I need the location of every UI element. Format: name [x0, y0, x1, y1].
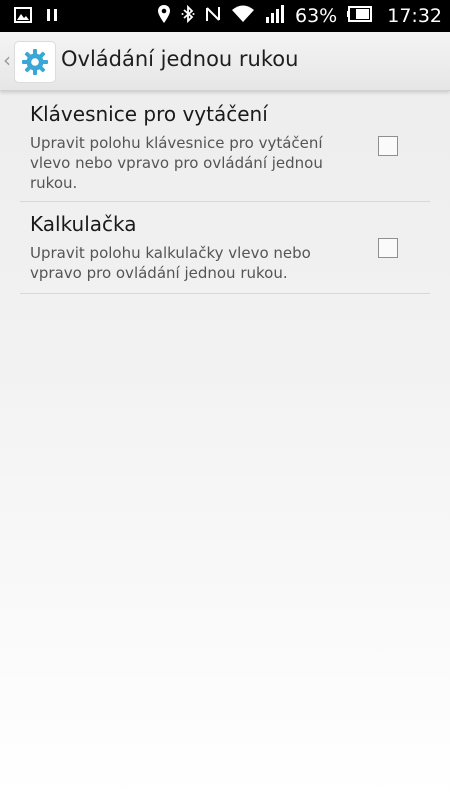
status-bar-left: [14, 7, 58, 27]
setting-calculator[interactable]: Kalkulačka Upravit polohu kalkulačky vle…: [20, 202, 430, 294]
status-time: 17:32: [387, 5, 442, 27]
calculator-checkbox[interactable]: [378, 238, 398, 258]
image-icon: [14, 7, 32, 27]
status-bar-right: 63% 17:32: [157, 0, 442, 32]
bluetooth-icon: [181, 4, 195, 28]
setting-description: Upravit polohu klávesnice pro vytáčení v…: [30, 134, 323, 192]
page-title: Ovládání jednou rukou: [61, 47, 299, 71]
signal-icon: [265, 4, 285, 28]
pause-icon: [46, 7, 58, 27]
wifi-icon: [231, 4, 255, 28]
battery-percent: 63%: [295, 5, 338, 27]
gear-icon[interactable]: [15, 42, 55, 82]
setting-title: Klávesnice pro vytáčení: [30, 102, 268, 126]
setting-dialer-keyboard[interactable]: Klávesnice pro vytáčení Upravit polohu k…: [20, 100, 430, 202]
location-icon: [157, 4, 171, 28]
status-bar: 63% 17:32: [0, 0, 450, 32]
back-chevron-icon[interactable]: ‹: [3, 48, 13, 72]
battery-icon: [347, 6, 373, 26]
dialer-keyboard-checkbox[interactable]: [378, 136, 398, 156]
settings-list: Klávesnice pro vytáčení Upravit polohu k…: [20, 100, 430, 294]
nfc-icon: [205, 4, 221, 28]
setting-description: Upravit polohu kalkulačky vlevo nebo vpr…: [30, 244, 311, 282]
setting-title: Kalkulačka: [30, 212, 137, 236]
app-bar: ‹ Ovládání jednou rukou: [0, 32, 450, 91]
